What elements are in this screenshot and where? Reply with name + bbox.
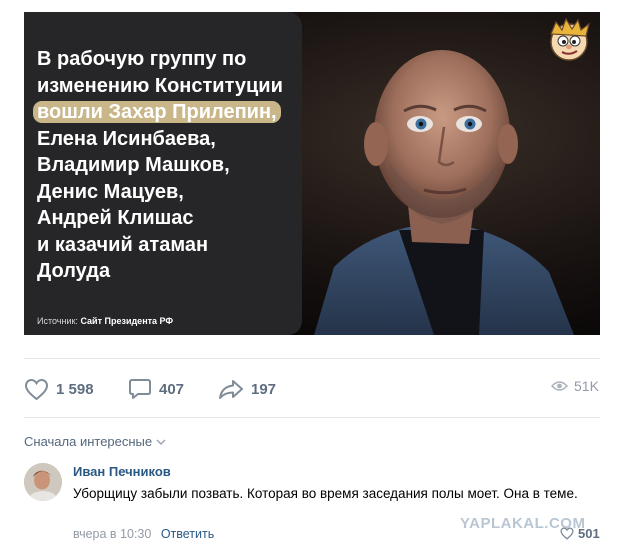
headline-card: В рабочую группу по изменению Конституци… [24,12,302,335]
comment-meta: вчера в 10:30 Ответить [73,527,214,541]
image-source: Источник: Сайт Президента РФ [37,316,173,326]
comments-sort-dropdown[interactable]: Сначала интересные [24,434,166,449]
headline-highlight: вошли Захар Прилепин, [33,101,281,123]
headline-line: Андрей Клишас [37,207,194,229]
heart-icon [24,378,49,400]
chevron-down-icon [156,439,166,445]
comment-author-link[interactable]: Иван Печников [73,464,171,479]
views-count: 51K [574,378,599,394]
headline-line: Елена Исинбаева, [37,127,216,150]
comment-button[interactable]: 407 [128,375,184,403]
comment-like-button[interactable]: 501 [560,526,600,541]
comments-count: 407 [159,380,185,398]
headline-line: и казачий атаман [37,233,209,256]
comment-icon [129,379,151,399]
eye-icon [551,381,568,391]
shares-count: 197 [251,380,277,398]
source-label: Источник: [37,316,78,326]
post-image[interactable]: В рабочую группу по изменению Конституци… [24,12,600,335]
cartoon-logo-icon [550,17,590,61]
headline-line: Владимир Машков, [37,154,230,176]
divider [24,358,600,359]
like-button[interactable]: 1 598 [24,375,94,403]
avatar[interactable] [24,463,62,501]
divider [24,417,600,418]
views-counter: 51K [551,378,599,394]
reply-link[interactable]: Ответить [161,527,214,541]
source-value: Сайт Президента РФ [80,316,174,326]
user-photo [24,463,62,501]
comment-time[interactable]: вчера в 10:30 [73,527,151,541]
headline-line: Денис Мацуев, [37,180,184,203]
comment-text: Уборщицу забыли позвать. Которая во врем… [73,486,578,501]
headline-line-highlighted: вошли Захар Прилепин, [33,99,302,126]
share-button[interactable]: 197 [218,375,276,403]
headline-line: Долуда [37,260,111,282]
headline-line: изменению Конституции [37,74,283,97]
comment-likes-count: 501 [578,526,600,541]
headline-line: В рабочую группу по [37,48,247,70]
likes-count: 1 598 [56,380,94,398]
share-arrow-icon [219,380,243,399]
heart-icon [560,527,574,540]
sort-label: Сначала интересные [24,434,153,449]
